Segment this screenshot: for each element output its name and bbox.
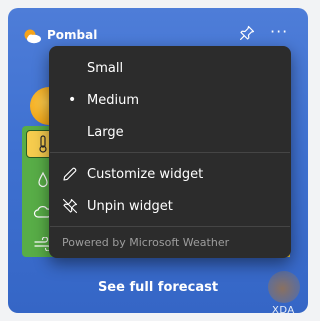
menu-item-label: Medium: [87, 92, 139, 108]
widget-context-menu: Small • Medium Large Customize widget Un…: [49, 46, 291, 258]
menu-divider: [50, 226, 290, 227]
thermometer-icon: [39, 135, 47, 153]
weather-icon: [24, 29, 41, 44]
location-name: Pombal: [47, 28, 98, 42]
menu-item-small[interactable]: Small: [49, 54, 291, 82]
pin-icon[interactable]: [239, 25, 255, 41]
menu-item-label: Small: [87, 60, 124, 76]
menu-item-label: Customize widget: [87, 166, 204, 182]
xda-watermark: XDA: [272, 305, 295, 316]
menu-item-label: Large: [87, 124, 124, 140]
menu-item-large[interactable]: Large: [49, 118, 291, 146]
menu-item-customize[interactable]: Customize widget: [49, 160, 291, 188]
unpin-icon: [62, 198, 78, 214]
avatar[interactable]: [268, 271, 300, 303]
more-options-icon[interactable]: ···: [270, 24, 288, 41]
powered-by-text: Powered by Microsoft Weather: [62, 236, 230, 249]
menu-item-unpin[interactable]: Unpin widget: [49, 192, 291, 220]
edit-pencil-icon: [63, 167, 77, 181]
menu-divider: [50, 152, 290, 153]
menu-item-label: Unpin widget: [87, 198, 173, 214]
menu-item-medium[interactable]: • Medium: [49, 86, 291, 114]
selected-bullet-icon: •: [68, 92, 77, 108]
droplet-icon: [38, 171, 48, 188]
see-full-forecast-link[interactable]: See full forecast: [8, 280, 308, 295]
